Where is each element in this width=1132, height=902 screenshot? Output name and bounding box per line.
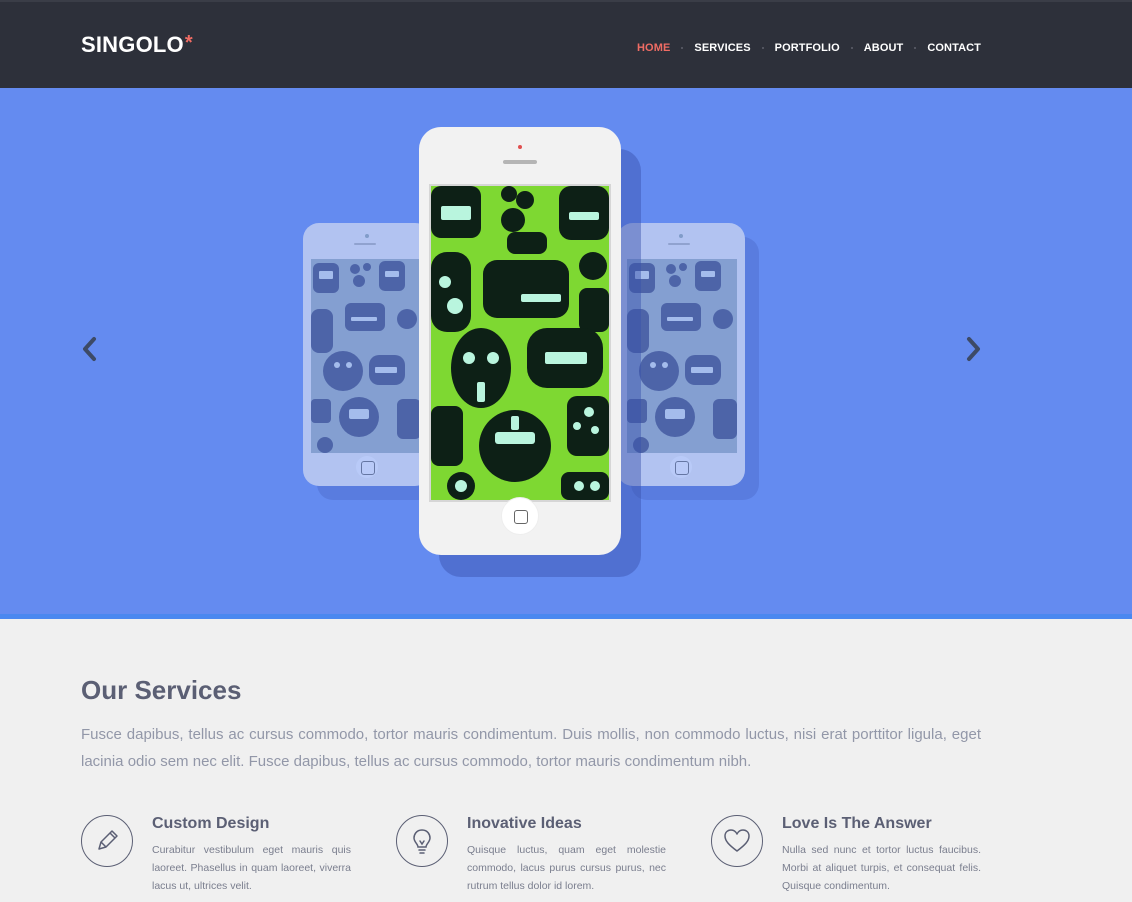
service-text: Quisque luctus, quam eget molestie commo… [467, 844, 666, 892]
pencil-icon [81, 815, 133, 867]
nav-separator [850, 47, 853, 49]
phone-right-home-button [670, 456, 692, 478]
nav-services[interactable]: SERVICES [694, 42, 750, 54]
slider-next-button[interactable] [961, 336, 985, 362]
service-title: Inovative Ideas [467, 815, 582, 832]
chevron-right-icon [967, 337, 980, 361]
service-title: Love Is The Answer [782, 815, 932, 832]
nav-separator [681, 47, 684, 49]
hero-slider [0, 88, 1132, 614]
phone-left-screen [311, 259, 421, 453]
slider-prev-button[interactable] [79, 336, 103, 362]
service-text: Nulla sed nunc et tortor luctus faucibus… [782, 844, 981, 892]
main-nav: HOME SERVICES PORTFOLIO ABOUT CONTACT [637, 42, 981, 54]
logo-star: * [184, 32, 193, 54]
site-logo[interactable]: SINGOLO* [81, 32, 193, 58]
nav-home[interactable]: HOME [637, 42, 670, 54]
heart-icon [711, 815, 763, 867]
phone-center-screen [429, 184, 611, 502]
phone-left-home-button [356, 456, 378, 478]
nav-contact[interactable]: CONTACT [927, 42, 981, 54]
lightbulb-icon [396, 815, 448, 867]
logo-text: SINGOLO [81, 32, 184, 57]
nav-separator [914, 47, 917, 49]
services-title: Our Services [81, 675, 242, 705]
services-lead: Fusce dapibus, tellus ac cursus commodo,… [81, 726, 981, 770]
site-header: SINGOLO* HOME SERVICES PORTFOLIO ABOUT C… [0, 0, 1132, 88]
service-title: Custom Design [152, 815, 270, 832]
chevron-left-icon [83, 337, 96, 361]
service-text: Curabitur vestibulum eget mauris quis la… [152, 844, 351, 892]
nav-portfolio[interactable]: PORTFOLIO [775, 42, 840, 54]
phone-right-screen [627, 259, 737, 453]
nav-about[interactable]: ABOUT [864, 42, 904, 54]
services-section: Our Services Fusce dapibus, tellus ac cu… [0, 619, 1132, 902]
phone-center-home-button [501, 497, 539, 535]
nav-separator [761, 47, 764, 49]
